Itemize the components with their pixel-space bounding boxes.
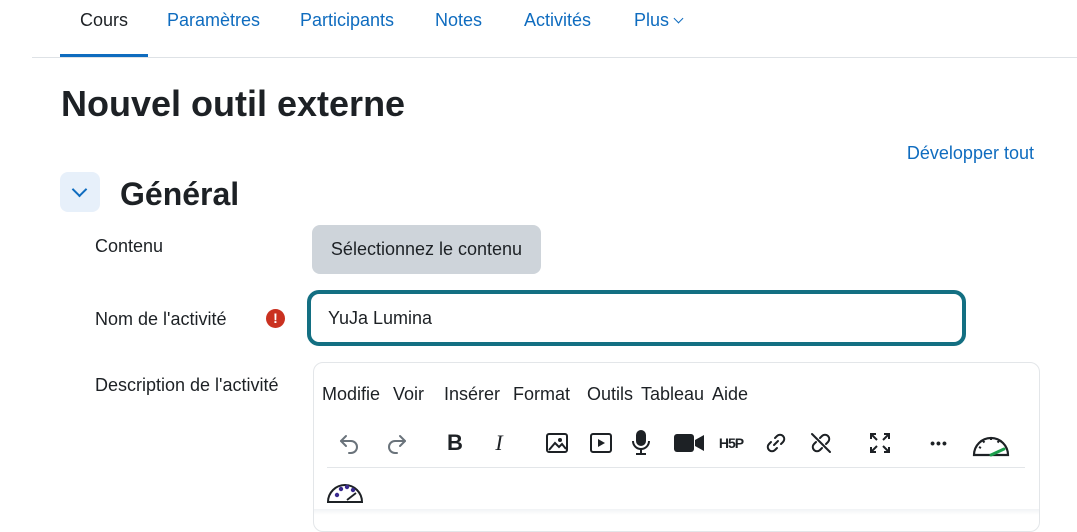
content-label: Contenu: [95, 236, 164, 256]
italic-icon[interactable]: I: [481, 425, 517, 461]
tab-notes[interactable]: Notes: [435, 9, 482, 57]
chevron-down-icon: [71, 181, 88, 198]
menu-view[interactable]: Voir: [393, 384, 424, 405]
description-label: Description de l'activité: [95, 375, 279, 395]
rich-text-editor: Modifie Voir Insérer Format Outils Table…: [313, 362, 1040, 532]
section-title: Général: [120, 176, 240, 212]
menu-tools[interactable]: Outils: [587, 384, 633, 405]
tab-parametres[interactable]: Paramètres: [167, 9, 260, 57]
h5p-icon[interactable]: H5P: [713, 425, 749, 461]
tab-activites[interactable]: Activités: [524, 9, 591, 57]
menu-table[interactable]: Tableau: [641, 384, 704, 405]
required-icon: !: [266, 309, 285, 328]
menu-edit[interactable]: Modifie: [322, 384, 380, 405]
section-collapse-toggle[interactable]: [60, 172, 100, 212]
more-icon[interactable]: •••: [921, 425, 957, 461]
tab-plus[interactable]: Plus: [634, 9, 684, 57]
menu-format[interactable]: Format: [513, 384, 570, 405]
undo-icon[interactable]: [331, 425, 367, 461]
page-title: Nouvel outil externe: [61, 83, 406, 124]
fullscreen-icon[interactable]: [862, 425, 898, 461]
chevron-down-icon: [673, 13, 684, 24]
link-icon[interactable]: [758, 425, 794, 461]
video-camera-icon[interactable]: [671, 425, 707, 461]
bold-icon[interactable]: B: [437, 425, 473, 461]
tab-plus-label: Plus: [634, 10, 670, 30]
media-icon[interactable]: [583, 425, 619, 461]
menu-help[interactable]: Aide: [712, 384, 748, 405]
expand-all-link[interactable]: Développer tout: [907, 143, 1034, 164]
tab-participants[interactable]: Participants: [300, 9, 394, 57]
unlink-icon[interactable]: [803, 425, 839, 461]
menu-insert[interactable]: Insérer: [444, 384, 500, 405]
activity-name-label: Nom de l'activité: [95, 309, 227, 329]
select-content-button[interactable]: Sélectionnez le contenu: [312, 225, 541, 274]
activity-name-input[interactable]: [307, 290, 966, 346]
toolbar-divider: [327, 467, 1025, 468]
microphone-icon[interactable]: [623, 425, 659, 461]
secondary-navigation: Cours Paramètres Participants Notes Acti…: [32, 0, 1077, 58]
redo-icon[interactable]: [379, 425, 415, 461]
tab-cours[interactable]: Cours: [59, 9, 149, 57]
image-icon[interactable]: [539, 425, 575, 461]
editor-content-top: [314, 509, 1039, 515]
color-palette-icon[interactable]: [323, 473, 367, 509]
accessibility-checker-icon[interactable]: [969, 421, 1013, 465]
